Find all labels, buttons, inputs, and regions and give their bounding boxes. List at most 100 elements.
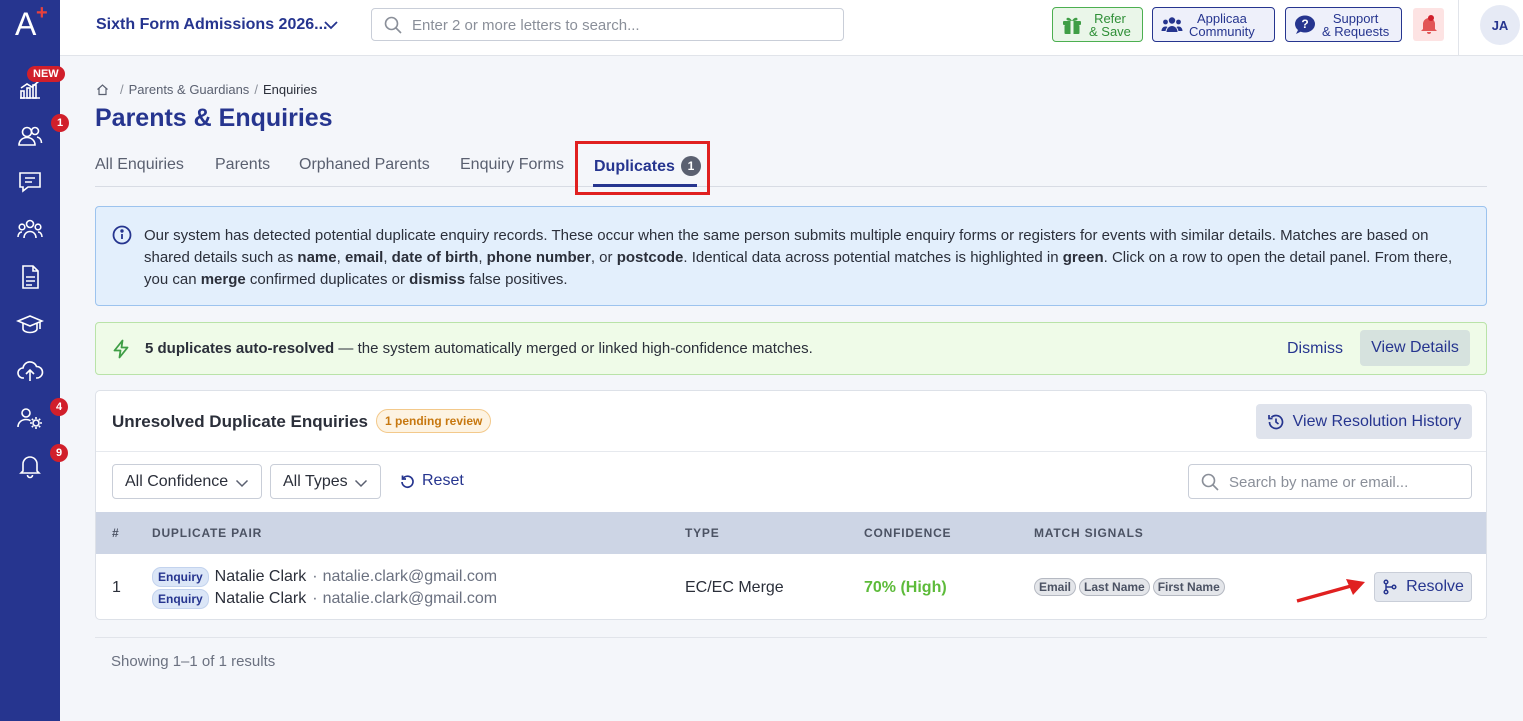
pair-record-2: Enquiry Natalie Clark · natalie.clark@gm… [152,589,497,609]
breadcrumb-separator: / [120,82,124,97]
app-title[interactable]: Sixth Form Admissions 2026... [96,16,327,34]
cloud-upload-icon [17,361,44,381]
auto-resolved-banner: 5 duplicates auto-resolved — the system … [95,322,1487,375]
sidebar-item-documents[interactable] [0,257,60,297]
document-icon [22,265,39,289]
column-duplicate-pair: DUPLICATE PAIR [152,526,263,540]
graduation-cap-icon [16,315,44,334]
breadcrumb-parent[interactable]: Parents & Guardians [129,82,250,97]
alerts-button[interactable] [1413,8,1444,41]
auto-resolved-desc: — the system automatically merged or lin… [334,340,813,357]
new-badge: NEW [27,66,65,82]
row-type: EC/EC Merge [685,579,784,596]
duplicate-search-input[interactable] [1229,471,1465,493]
info-bold: merge [200,271,246,288]
record-email: natalie.clark@gmail.com [322,590,498,607]
signal-badge: Last Name [1079,578,1150,596]
home-icon[interactable] [96,83,109,96]
info-text-part: . Identical data across potential matche… [683,249,1063,266]
enquiry-tag: Enquiry [152,567,209,587]
table-header: # DUPLICATE PAIR TYPE CONFIDENCE MATCH S… [96,512,1486,554]
bell-icon [19,456,41,479]
auto-resolved-count: 5 duplicates auto-resolved [145,340,335,357]
resolve-button[interactable]: Resolve [1374,572,1472,602]
info-text-part: , [336,249,345,266]
confidence-filter[interactable]: All Confidence [112,464,262,499]
breadcrumb-separator: / [254,82,258,97]
tab-all-enquiries[interactable]: All Enquiries [95,156,184,174]
duplicate-search[interactable] [1188,464,1472,499]
svg-text:?: ? [1301,17,1308,31]
record-name: Natalie Clark [214,568,307,585]
community-button[interactable]: Applicaa Community [1152,7,1275,42]
dismiss-button[interactable]: Dismiss [1287,340,1343,358]
users-badge: 1 [51,114,69,132]
tab-enquiry-forms[interactable]: Enquiry Forms [460,156,564,174]
info-text-part: false positives. [465,271,568,288]
search-icon [384,16,402,34]
separator-dot: · [312,590,318,607]
record-name: Natalie Clark [214,590,307,607]
merge-icon [1383,579,1397,595]
separator-dot: · [312,568,318,585]
tab-parents[interactable]: Parents [215,156,270,174]
view-resolution-history-button[interactable]: View Resolution History [1256,404,1472,439]
signal-badge: Email [1034,578,1077,596]
pending-badge: 1 pending review [376,409,492,433]
users-icon [18,126,43,146]
resolve-label: Resolve [1406,578,1464,595]
info-bold: email [344,249,384,266]
support-label-2: & Requests [1322,23,1390,39]
chevron-down-icon[interactable] [323,17,339,33]
card-divider [96,451,1486,452]
info-bold: phone number [486,249,591,266]
info-text: Our system has detected potential duplic… [144,225,1466,291]
sidebar-item-group[interactable] [0,210,60,250]
signal-badge: First Name [1152,578,1225,596]
history-icon [1267,414,1283,429]
sidebar: A + NEW 1 4 9 [0,0,69,721]
info-text-part: , or [590,249,617,266]
auto-resolved-text: 5 duplicates auto-resolved — the system … [145,340,813,357]
card-title: Unresolved Duplicate Enquiries [112,412,369,431]
community-icon [1161,16,1183,32]
community-label-2: Community [1189,23,1255,39]
info-bold: name [297,249,337,266]
sidebar-item-upload[interactable] [0,351,60,391]
search-icon [1201,473,1219,491]
column-type: TYPE [685,526,720,540]
type-filter[interactable]: All Types [270,464,381,499]
reset-button[interactable]: Reset [400,472,464,490]
question-chat-icon: ? [1295,15,1315,34]
sidebar-item-courses[interactable] [0,304,60,344]
type-filter-value: All Types [283,473,348,490]
info-text-part: , [383,249,392,266]
results-count: Showing 1–1 of 1 results [111,653,276,670]
chevron-down-icon [235,479,249,488]
avatar[interactable]: JA [1480,5,1520,45]
global-search[interactable] [371,8,844,41]
info-bold: green [1062,249,1104,266]
top-divider [1458,0,1459,56]
info-icon [112,225,132,245]
top-bar: Sixth Form Admissions 2026... Refer& Sav… [60,0,1523,56]
view-details-button[interactable]: View Details [1360,330,1470,366]
column-match-signals: MATCH SIGNALS [1034,526,1144,540]
annotation-highlight-box [575,141,710,195]
results-divider [95,637,1487,638]
messages-icon [19,172,41,193]
gift-icon [1063,17,1081,34]
support-button[interactable]: ? Support & Requests [1285,7,1402,42]
column-index: # [112,526,120,540]
enquiry-tag: Enquiry [152,589,209,609]
pair-record-1: Enquiry Natalie Clark · natalie.clark@gm… [152,567,497,587]
refer-save-button[interactable]: Refer & Save [1052,7,1143,42]
app-logo[interactable]: A + [14,2,48,42]
sidebar-item-messages[interactable] [0,162,60,202]
row-index: 1 [112,579,121,596]
info-text-part: , [478,249,487,266]
tab-orphaned-parents[interactable]: Orphaned Parents [299,156,430,174]
table-row[interactable]: 1 Enquiry Natalie Clark · natalie.clark@… [96,554,1486,620]
record-email: natalie.clark@gmail.com [322,568,498,585]
global-search-input[interactable] [412,14,832,36]
